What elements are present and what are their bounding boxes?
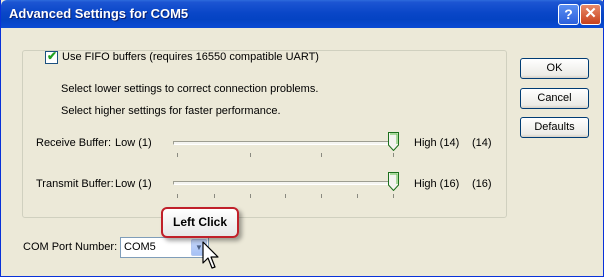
transmit-low-label: Low (1) [115, 178, 152, 190]
com-port-value: COM5 [124, 241, 156, 253]
fifo-group-box [22, 50, 507, 218]
com-port-label: COM Port Number: [23, 241, 118, 253]
transmit-high-label: High (16) [414, 178, 460, 190]
com-port-select[interactable]: COM5 ▼ [120, 237, 209, 258]
cancel-button[interactable]: Cancel [520, 88, 589, 109]
hint-higher-text: Select higher settings for faster perfor… [61, 105, 281, 117]
receive-slider-thumb[interactable] [388, 132, 399, 151]
transmit-buffer-label: Transmit Buffer: [36, 178, 114, 190]
dialog-window: Advanced Settings for COM5 ? ✕ ✔ Use FIF… [0, 0, 604, 277]
fifo-checkbox[interactable]: ✔ [45, 49, 58, 64]
transmit-tick [357, 194, 358, 198]
ok-button[interactable]: OK [520, 58, 589, 79]
transmit-tick [285, 194, 286, 198]
fifo-checkbox-row[interactable]: ✔ Use FIFO buffers (requires 16550 compa… [45, 49, 319, 65]
receive-tick [250, 153, 251, 157]
transmit-tick [321, 194, 322, 198]
receive-high-label: High (14) [414, 137, 460, 149]
transmit-slider-thumb[interactable] [388, 172, 399, 191]
defaults-button[interactable]: Defaults [520, 117, 589, 138]
receive-tick [177, 153, 178, 157]
window-title: Advanced Settings for COM5 [9, 6, 189, 21]
hint-lower-text: Select lower settings to correct connect… [61, 83, 319, 95]
receive-low-label: Low (1) [115, 137, 152, 149]
close-button[interactable]: ✕ [580, 4, 601, 25]
receive-tick [393, 153, 394, 157]
left-click-callout: Left Click [161, 207, 239, 238]
help-button[interactable]: ? [558, 4, 579, 25]
receive-buffer-label: Receive Buffer: [36, 137, 112, 149]
receive-slider-track[interactable] [173, 141, 399, 145]
transmit-tick [393, 194, 394, 198]
transmit-value: (16) [472, 178, 492, 190]
receive-tick [321, 153, 322, 157]
transmit-slider-track[interactable] [173, 181, 399, 185]
fifo-checkbox-label[interactable]: Use FIFO buffers (requires 16550 compati… [62, 51, 319, 63]
transmit-tick [177, 194, 178, 198]
receive-value: (14) [472, 137, 492, 149]
check-icon: ✔ [47, 49, 58, 63]
title-bar[interactable]: Advanced Settings for COM5 ? ✕ [1, 0, 604, 28]
mouse-pointer-icon [202, 241, 219, 269]
transmit-tick [250, 194, 251, 198]
transmit-tick [214, 194, 215, 198]
